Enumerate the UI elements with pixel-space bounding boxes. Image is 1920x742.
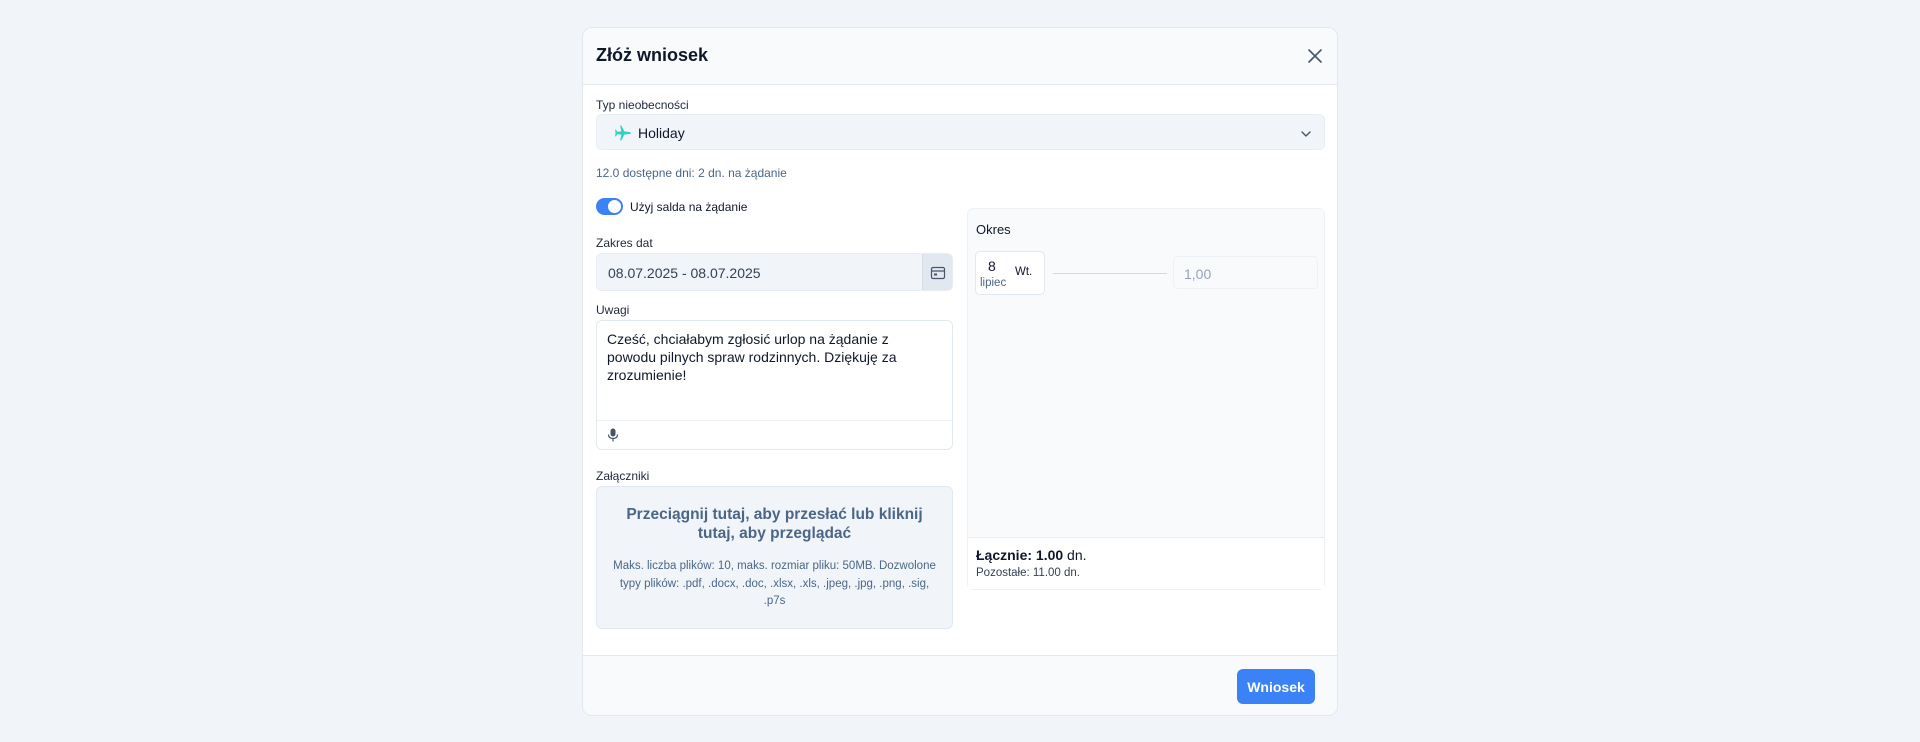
absence-type-value: Holiday bbox=[638, 125, 685, 141]
submit-button[interactable]: Wniosek bbox=[1237, 669, 1315, 704]
period-title: Okres bbox=[976, 222, 1011, 237]
modal-title: Złóż wniosek bbox=[596, 45, 709, 65]
day-card[interactable]: 8 lipiec Wt. bbox=[975, 251, 1045, 295]
dropzone-info: Maks. liczba plików: 10, maks. rozmiar p… bbox=[613, 560, 936, 607]
date-range-label: Zakres dat bbox=[596, 236, 653, 250]
toggle-knob bbox=[608, 200, 621, 213]
day-month: lipiec bbox=[980, 277, 1007, 289]
period-summary: Łącznie: 1.00 dn. Pozostałe: 11.00 dn. bbox=[968, 537, 1324, 589]
attachments-dropzone[interactable]: Przeciągnij tutaj, aby przesłać lub klik… bbox=[596, 486, 953, 629]
day-value-input[interactable]: 1,00 bbox=[1173, 256, 1318, 289]
modal-header: Złóż wniosek bbox=[583, 28, 1337, 85]
day-weekday: Wt. bbox=[1015, 266, 1033, 278]
on-demand-toggle-label: Użyj salda na żądanie bbox=[630, 200, 748, 214]
period-divider bbox=[1053, 273, 1167, 274]
chevron-down-icon bbox=[1300, 127, 1312, 139]
period-panel: Okres 8 lipiec Wt. 1,00 Łącznie: 1.00 dn… bbox=[967, 208, 1325, 590]
modal-footer: Wniosek bbox=[583, 655, 1337, 715]
microphone-icon[interactable] bbox=[607, 428, 619, 442]
notes-text: Cześć, chciałabym zgłosić urlop na żądan… bbox=[607, 331, 897, 383]
absence-type-select[interactable]: Holiday bbox=[596, 114, 1325, 150]
notes-textarea[interactable]: Cześć, chciałabym zgłosić urlop na żądan… bbox=[596, 320, 953, 450]
day-number: 8 bbox=[988, 258, 996, 274]
calendar-icon[interactable] bbox=[922, 254, 952, 290]
on-demand-toggle[interactable] bbox=[596, 198, 623, 215]
notes-label: Uwagi bbox=[596, 303, 630, 317]
total-value: 1.00 bbox=[1035, 547, 1064, 563]
close-icon[interactable] bbox=[1305, 46, 1325, 66]
available-days-text: 12.0 dostępne dni: 2 dn. na żądanie bbox=[596, 166, 787, 180]
total-label: Łącznie: bbox=[976, 547, 1033, 563]
date-range-value: 08.07.2025 - 08.07.2025 bbox=[608, 265, 761, 281]
day-value: 1,00 bbox=[1184, 266, 1212, 282]
remaining-days: Pozostałe: 11.00 dn. bbox=[976, 567, 1080, 579]
plane-icon bbox=[613, 123, 633, 143]
request-modal: Złóż wniosek Typ nieobecności Holiday 12… bbox=[582, 27, 1338, 716]
absence-type-label: Typ nieobecności bbox=[596, 98, 689, 112]
dropzone-title: Przeciągnij tutaj, aby przesłać lub klik… bbox=[626, 506, 923, 542]
attachments-label: Załączniki bbox=[596, 469, 650, 483]
notes-toolbar bbox=[597, 420, 952, 449]
total-days: Łącznie: 1.00 dn. bbox=[976, 547, 1087, 563]
total-unit: dn. bbox=[1067, 547, 1087, 563]
date-range-input[interactable]: 08.07.2025 - 08.07.2025 bbox=[596, 253, 953, 291]
